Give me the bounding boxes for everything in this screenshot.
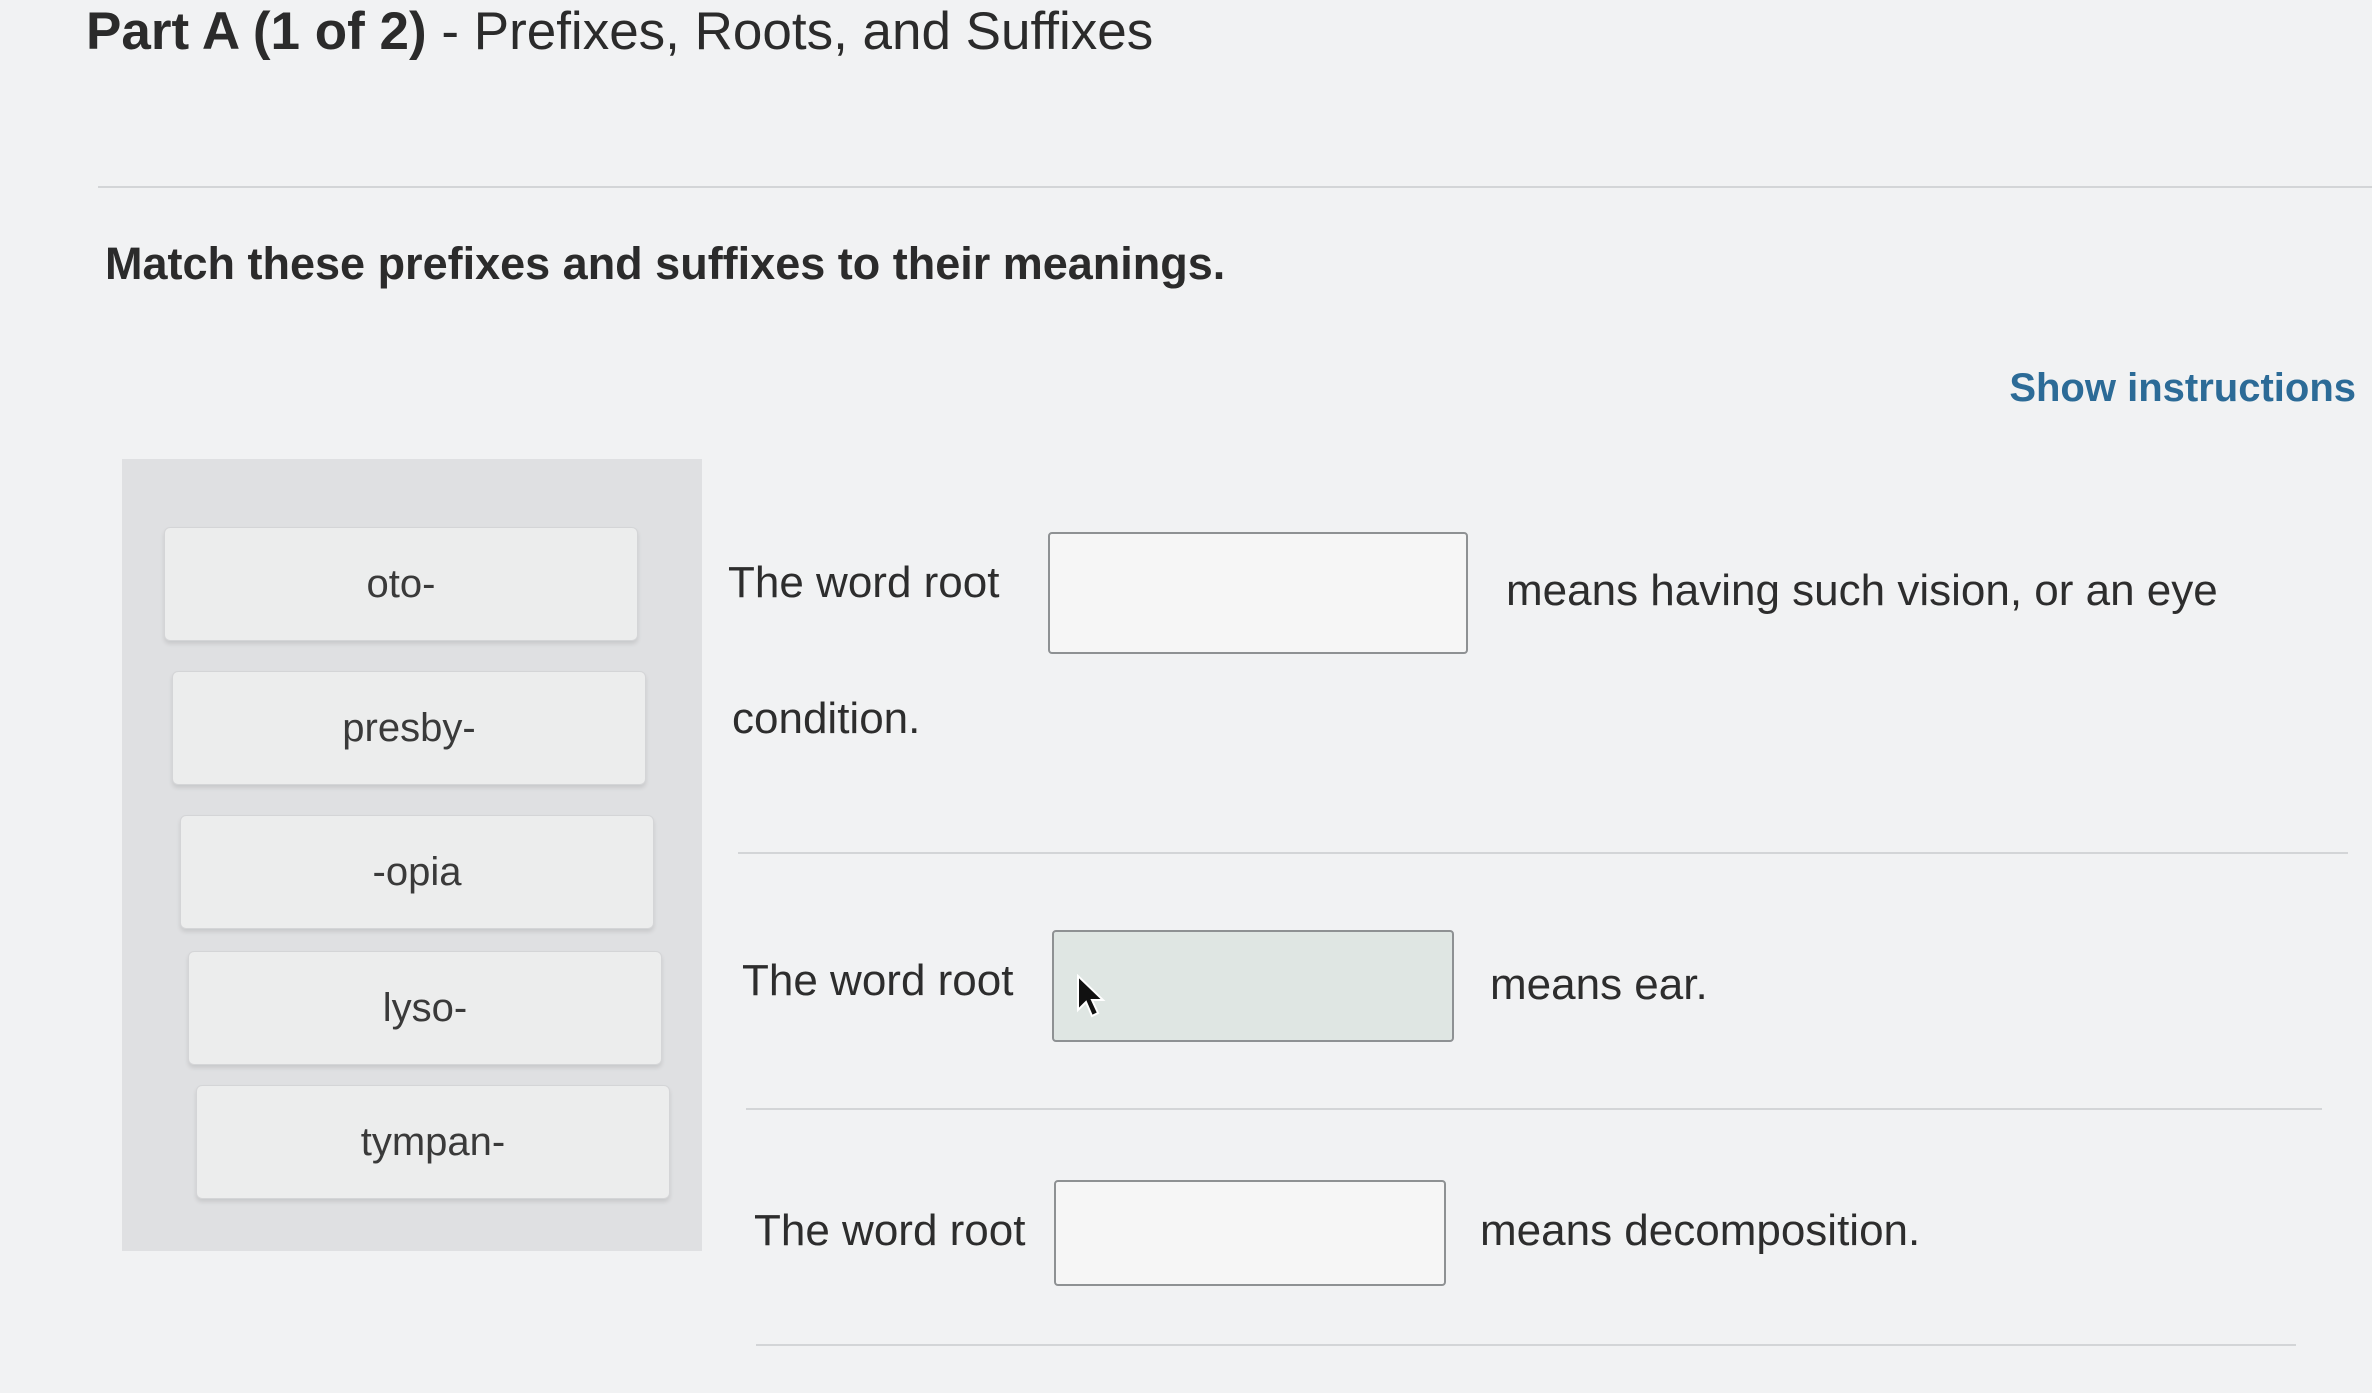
question-3-prefix: The word root: [754, 1206, 1026, 1255]
question-3-divider: [756, 1344, 2296, 1346]
show-instructions-link[interactable]: Show instructions: [2009, 366, 2356, 411]
mouse-pointer-icon: [1077, 974, 1106, 1018]
title-text: - Prefixes, Roots, and Suffixes: [426, 2, 1154, 61]
word-chip-lyso[interactable]: lyso-: [188, 951, 662, 1065]
question-1-prefix: The word root: [728, 558, 1000, 607]
question-1-drop-target[interactable]: [1048, 532, 1468, 654]
part-label: Part A (1 of 2): [86, 2, 427, 61]
page-title: Part A (1 of 2) - Prefixes, Roots, and S…: [86, 0, 1153, 64]
question-1-suffix-line2: condition.: [732, 694, 921, 743]
word-chip-opia[interactable]: -opia: [180, 815, 654, 929]
question-2-divider: [746, 1108, 2322, 1110]
question-prompt: Match these prefixes and suffixes to the…: [105, 238, 1226, 289]
question-2-drop-target[interactable]: [1052, 930, 1454, 1042]
question-3-drop-target[interactable]: [1054, 1180, 1446, 1286]
header-divider: [98, 186, 2372, 188]
question-1-suffix-line1: means having such vision, or an eye: [1506, 566, 2218, 615]
question-3-suffix: means decomposition.: [1480, 1206, 1921, 1255]
word-chip-tympan[interactable]: tympan-: [196, 1085, 670, 1199]
word-chip-oto[interactable]: oto-: [164, 527, 638, 641]
word-chip-presby[interactable]: presby-: [172, 671, 646, 785]
question-2-prefix: The word root: [742, 956, 1014, 1005]
question-2-suffix: means ear.: [1490, 960, 1708, 1009]
question-1-divider: [738, 852, 2348, 854]
word-bank: oto- presby- -opia lyso- tympan-: [122, 459, 702, 1251]
